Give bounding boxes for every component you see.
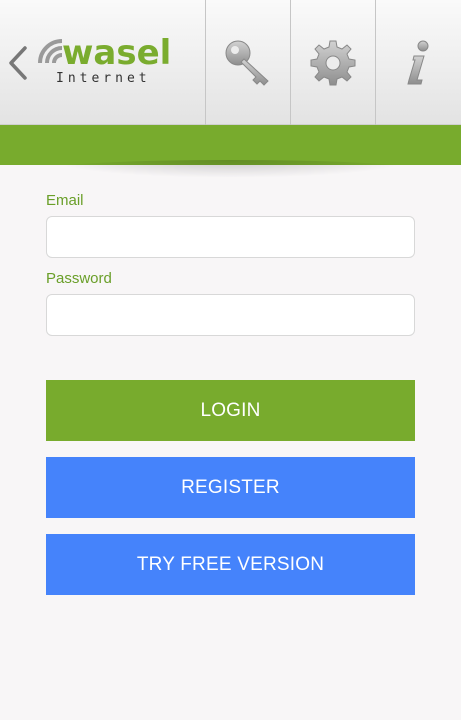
- top-toolbar: wasel Internet: [0, 0, 461, 125]
- logo-wordmark: wasel: [62, 32, 172, 73]
- back-button[interactable]: [0, 0, 36, 125]
- info-icon: [406, 40, 428, 84]
- gear-icon: [310, 40, 356, 85]
- key-icon: [225, 40, 269, 86]
- login-form: Email Password: [46, 190, 415, 336]
- logo-subtitle: Internet: [56, 70, 151, 86]
- email-label: Email: [46, 192, 84, 209]
- chevron-left-icon: [9, 45, 27, 80]
- header-shadow: [50, 160, 411, 178]
- register-button[interactable]: REGISTER: [46, 457, 415, 518]
- info-button[interactable]: [375, 0, 461, 125]
- wasel-logo: wasel Internet: [36, 0, 205, 125]
- try-free-version-button[interactable]: TRY FREE VERSION: [46, 534, 415, 595]
- key-button[interactable]: [205, 0, 290, 125]
- header-accent-bar: [0, 125, 461, 165]
- password-label: Password: [46, 270, 112, 287]
- email-field[interactable]: [46, 216, 415, 258]
- login-button[interactable]: LOGIN: [46, 380, 415, 441]
- password-field[interactable]: [46, 294, 415, 336]
- settings-button[interactable]: [290, 0, 375, 125]
